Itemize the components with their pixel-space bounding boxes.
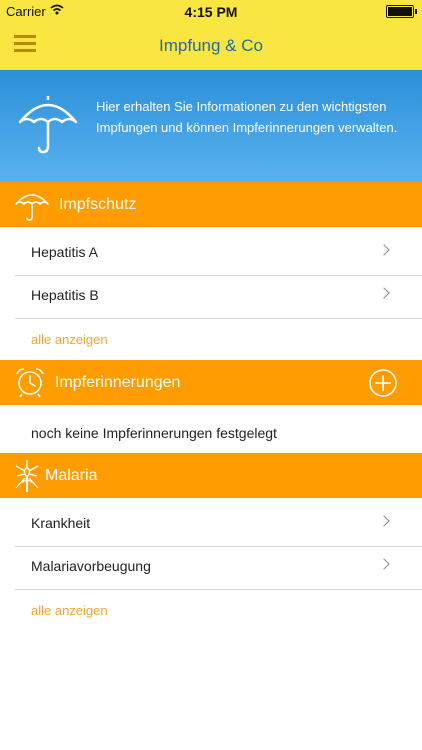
section-header-malaria: Malaria	[0, 453, 422, 498]
show-all-malaria-link[interactable]: alle anzeigen	[31, 603, 108, 618]
list-item-label: Hepatitis A	[31, 244, 98, 260]
chevron-right-icon	[378, 244, 390, 256]
chevron-right-icon	[378, 287, 390, 299]
status-time: 4:15 PM	[184, 4, 238, 20]
battery-icon	[386, 5, 417, 18]
divider	[15, 318, 422, 319]
umbrella-icon	[15, 194, 49, 221]
status-bar: Carrier 4:15 PM	[0, 0, 422, 22]
list-item-krankheit[interactable]: Krankheit	[0, 503, 422, 546]
section-header-impfschutz: Impfschutz	[0, 182, 422, 227]
chevron-right-icon	[378, 558, 390, 570]
list-item-label: Hepatitis B	[31, 287, 99, 303]
list-item-hepatitis-a[interactable]: Hepatitis A	[0, 232, 422, 275]
show-all-impfschutz-link[interactable]: alle anzeigen	[31, 332, 108, 347]
list-item-label: Krankheit	[31, 515, 91, 531]
alarm-clock-icon	[16, 368, 44, 398]
mosquito-icon	[15, 460, 39, 492]
page-title: Impfung & Co	[159, 36, 263, 55]
list-item-label: Malariavorbeugung	[31, 558, 151, 574]
section-header-impferinnerungen: Impferinnerungen	[0, 360, 422, 405]
list-item-malariavorbeugung[interactable]: Malariavorbeugung	[0, 546, 422, 589]
umbrella-icon	[18, 96, 78, 154]
section-title: Impfschutz	[59, 196, 137, 213]
section-title: Malaria	[45, 467, 98, 484]
info-banner-text: Hier erhalten Sie Informationen zu den w…	[96, 99, 398, 135]
list-item-hepatitis-b[interactable]: Hepatitis B	[0, 275, 422, 318]
empty-reminders-text: noch keine Impferinnerungen festgelegt	[31, 425, 277, 441]
section-title: Impferinnerungen	[55, 374, 181, 391]
divider	[15, 589, 422, 590]
chevron-right-icon	[378, 515, 390, 527]
add-reminder-button[interactable]	[368, 368, 398, 398]
